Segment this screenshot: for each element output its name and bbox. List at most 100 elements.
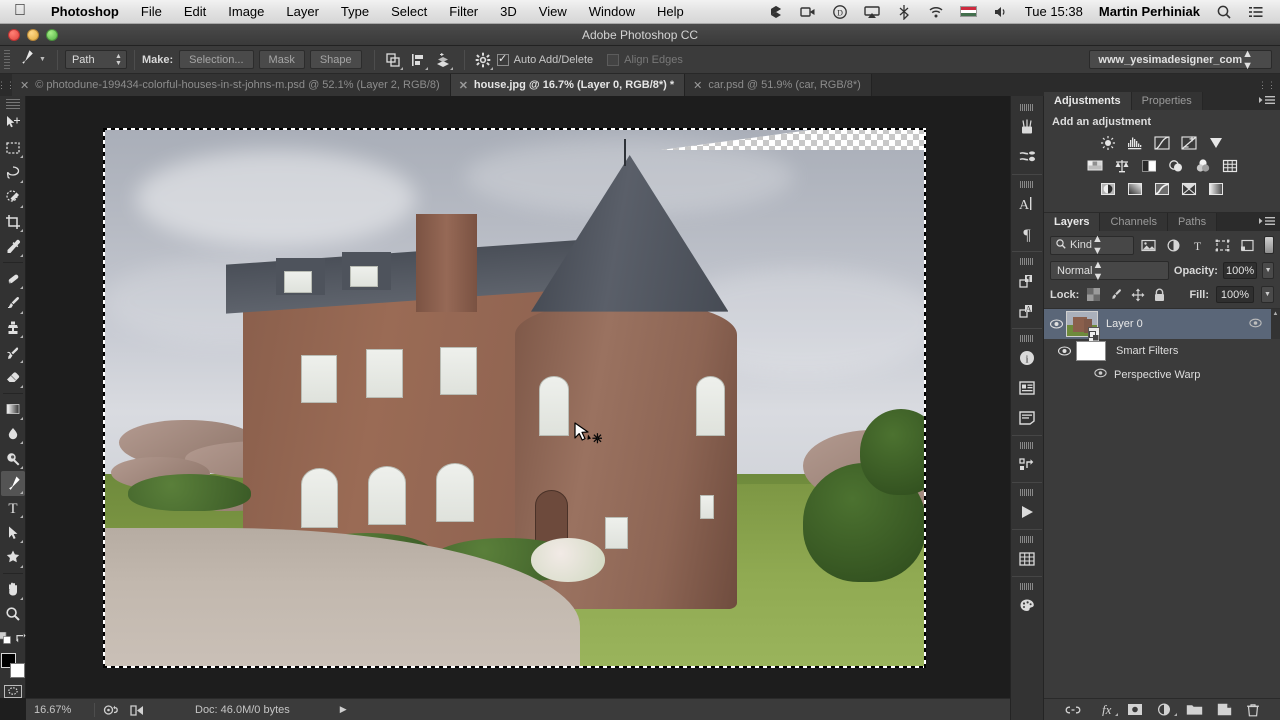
threshold-icon[interactable] bbox=[1152, 180, 1172, 198]
filter-type-layers-icon[interactable]: T bbox=[1187, 235, 1208, 255]
screen-recorder-icon[interactable] bbox=[792, 4, 824, 20]
menu-type[interactable]: Type bbox=[330, 0, 380, 24]
menubar-username[interactable]: Martin Perhiniak bbox=[1091, 4, 1208, 19]
tools-panel-grip[interactable] bbox=[5, 99, 20, 109]
airplay-icon[interactable] bbox=[856, 4, 888, 20]
close-window-button[interactable] bbox=[8, 29, 20, 41]
copy-icon[interactable]: D bbox=[824, 4, 856, 20]
notification-center-icon[interactable] bbox=[1240, 4, 1272, 20]
smart-filters-row[interactable]: Smart Filters bbox=[1044, 339, 1280, 363]
rail-grip[interactable] bbox=[1020, 335, 1034, 342]
smart-filters-toggle-icon[interactable] bbox=[1249, 317, 1262, 331]
opacity-chevron-down-icon[interactable]: ▼ bbox=[1262, 262, 1274, 279]
invert-icon[interactable] bbox=[1098, 180, 1118, 198]
hand-tool[interactable] bbox=[1, 577, 25, 602]
opacity-field[interactable]: 100% bbox=[1222, 262, 1258, 279]
tab-photodune-psd[interactable]: ✕ © photodune-199434-colorful-houses-in-… bbox=[12, 74, 451, 96]
layer-list-scrollbar[interactable]: ▲ bbox=[1271, 309, 1280, 339]
volume-icon[interactable] bbox=[985, 4, 1017, 20]
tab-car-psd[interactable]: ✕ car.psd @ 51.9% (car, RGB/8*) bbox=[685, 74, 872, 96]
blur-tool[interactable] bbox=[1, 422, 25, 447]
rail-grip[interactable] bbox=[1020, 258, 1034, 265]
zoom-tool[interactable] bbox=[1, 602, 25, 627]
tab-paths[interactable]: Paths bbox=[1167, 213, 1218, 231]
menu-view[interactable]: View bbox=[528, 0, 578, 24]
rectangular-marquee-tool[interactable] bbox=[1, 136, 25, 161]
spotlight-search-icon[interactable] bbox=[1208, 4, 1240, 20]
layer-row-layer-0[interactable]: Layer 0 ▲ bbox=[1044, 309, 1280, 341]
share-on-behance-icon[interactable] bbox=[129, 703, 147, 717]
lock-image-pixels-icon[interactable] bbox=[1108, 287, 1123, 302]
eyedropper-tool[interactable] bbox=[1, 234, 25, 259]
color-balance-icon[interactable] bbox=[1112, 157, 1132, 175]
panel-menu-icon[interactable] bbox=[1259, 216, 1275, 227]
rail-grip[interactable] bbox=[1020, 536, 1034, 543]
delete-layer-icon[interactable] bbox=[1246, 703, 1260, 717]
brushes-panel-icon[interactable] bbox=[1013, 112, 1041, 142]
lock-all-icon[interactable] bbox=[1152, 287, 1167, 302]
layer-visibility-eye-icon[interactable] bbox=[1048, 319, 1064, 329]
selective-color-icon[interactable] bbox=[1179, 180, 1199, 198]
tool-preset-chevron-down-icon[interactable]: ▼ bbox=[39, 56, 46, 63]
layer-thumbnail[interactable] bbox=[1066, 311, 1100, 341]
menu-select[interactable]: Select bbox=[380, 0, 438, 24]
gradient-map-icon[interactable] bbox=[1206, 180, 1226, 198]
paragraph-panel-icon[interactable]: ¶ bbox=[1013, 219, 1041, 249]
info-panel-icon[interactable]: i bbox=[1013, 343, 1041, 373]
black-white-icon[interactable] bbox=[1139, 157, 1159, 175]
swatches-panel-icon[interactable] bbox=[1013, 544, 1041, 574]
curves-icon[interactable] bbox=[1152, 134, 1172, 152]
rail-grip[interactable] bbox=[1020, 442, 1034, 449]
lock-transparent-pixels-icon[interactable] bbox=[1086, 287, 1101, 302]
blend-mode-select[interactable]: Normal ▲ ▼ bbox=[1050, 259, 1169, 283]
auto-add-delete-checkbox[interactable] bbox=[496, 53, 509, 66]
dodge-tool[interactable] bbox=[1, 446, 25, 471]
menu-edit[interactable]: Edit bbox=[173, 0, 217, 24]
horizontal-type-tool[interactable]: T bbox=[1, 496, 25, 521]
spot-healing-brush-tool[interactable] bbox=[1, 266, 25, 291]
add-layer-style-fx-icon[interactable]: fx bbox=[1095, 703, 1118, 716]
character-panel-icon[interactable]: A bbox=[1013, 189, 1041, 219]
filter-enable-toggle[interactable] bbox=[1263, 236, 1275, 254]
exposure-icon[interactable] bbox=[1179, 134, 1199, 152]
canvas-workspace[interactable]: ✳ bbox=[26, 96, 1010, 698]
brush-tool[interactable] bbox=[1, 291, 25, 316]
gradient-tool[interactable] bbox=[1, 397, 25, 422]
character-styles-panel-icon[interactable]: ¶ bbox=[1013, 266, 1041, 296]
filter-adjustment-layers-icon[interactable] bbox=[1163, 235, 1184, 255]
path-mode-select[interactable]: Path ▲ ▼ bbox=[64, 50, 127, 69]
close-icon[interactable]: ✕ bbox=[20, 79, 29, 92]
channel-mixer-icon[interactable] bbox=[1193, 157, 1213, 175]
tab-adjustments[interactable]: Adjustments bbox=[1044, 92, 1132, 110]
color-panel-icon[interactable] bbox=[1013, 591, 1041, 621]
status-expand-arrow[interactable]: ▶ bbox=[340, 704, 347, 715]
levels-icon[interactable] bbox=[1125, 134, 1145, 152]
paragraph-styles-panel-icon[interactable]: A bbox=[1013, 296, 1041, 326]
filter-smart-objects-icon[interactable] bbox=[1237, 235, 1258, 255]
link-layers-icon[interactable] bbox=[1065, 704, 1081, 716]
tab-house-jpg[interactable]: ✕ house.jpg @ 16.7% (Layer 0, RGB/8*) * bbox=[450, 74, 686, 96]
apple-logo-icon[interactable]:  bbox=[14, 2, 26, 19]
path-selection-tool[interactable] bbox=[1, 520, 25, 545]
quick-selection-tool[interactable] bbox=[1, 185, 25, 210]
rail-grip[interactable] bbox=[1020, 583, 1034, 590]
layer-comps-panel-icon[interactable] bbox=[1013, 373, 1041, 403]
brightness-contrast-icon[interactable] bbox=[1098, 134, 1118, 152]
scroll-up-arrow-icon[interactable]: ▲ bbox=[1271, 309, 1280, 319]
quick-mask-mode-icon[interactable] bbox=[3, 684, 22, 698]
minimize-window-button[interactable] bbox=[27, 29, 39, 41]
swap-colors-icon[interactable] bbox=[15, 631, 27, 649]
move-tool[interactable] bbox=[1, 111, 25, 136]
geometry-options-gear-icon[interactable] bbox=[472, 49, 494, 71]
filter-shape-layers-icon[interactable] bbox=[1212, 235, 1233, 255]
history-panel-icon[interactable] bbox=[1013, 450, 1041, 480]
actions-panel-icon[interactable] bbox=[1013, 497, 1041, 527]
lock-position-icon[interactable] bbox=[1130, 287, 1145, 302]
fill-field[interactable]: 100% bbox=[1216, 286, 1254, 303]
notes-panel-icon[interactable] bbox=[1013, 403, 1041, 433]
rail-grip[interactable] bbox=[1020, 104, 1034, 111]
add-layer-mask-icon[interactable] bbox=[1127, 703, 1143, 716]
menu-image[interactable]: Image bbox=[217, 0, 275, 24]
smart-filter-effect-row[interactable]: Perspective Warp bbox=[1044, 363, 1280, 386]
path-arrangement-icon[interactable] bbox=[432, 49, 454, 71]
